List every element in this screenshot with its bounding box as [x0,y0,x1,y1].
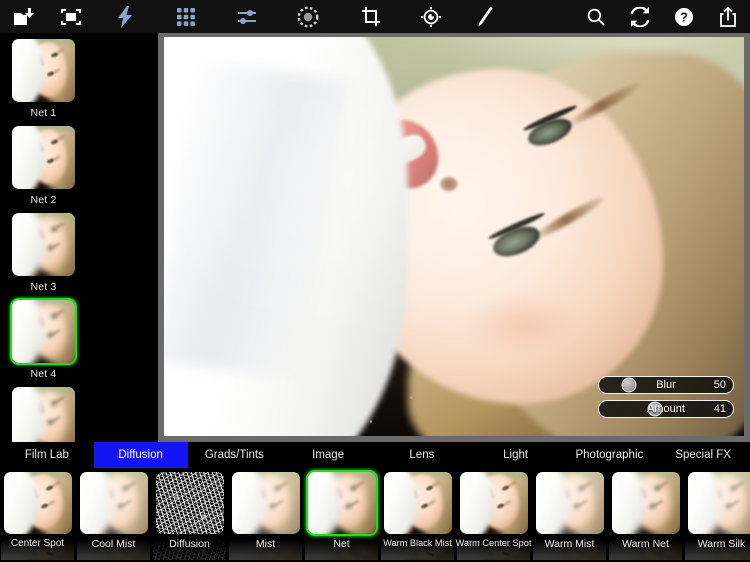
tab-special-fx[interactable]: Special FX [656,442,750,468]
preset-label: Net 4 [30,368,57,380]
slider-value: 41 [713,403,726,415]
preset-grid: Net 1Net 2Net 3Net 4Net 5Net 6Net 7Net 8… [0,33,158,442]
preset-item[interactable]: Net 3 [6,211,81,293]
filter-thumbnail[interactable] [229,470,302,536]
filter-thumbnail[interactable] [685,470,750,536]
filter-label: Warm Silk [697,538,746,550]
grid-icon[interactable] [156,0,217,33]
filter-item[interactable]: Diffusion [152,468,227,560]
filter-thumbnail[interactable] [153,470,226,536]
preset-thumbnail[interactable] [10,385,77,442]
filter-item[interactable]: Center Spot [0,468,75,560]
share-icon[interactable] [706,0,750,33]
filter-filmstrip[interactable]: Center Spot Cool Mist Diffusion Mist Net Warm… [0,468,750,562]
preset-item[interactable]: Net 2 [6,124,81,206]
slider-label: Amount [647,403,685,415]
slider-knob[interactable] [647,401,663,417]
presets-panel[interactable]: Net 1Net 2Net 3Net 4Net 5Net 6Net 7Net 8… [0,33,158,442]
image-canvas-frame: Blur 50 Amount 41 [158,33,750,442]
filter-item[interactable]: Warm Net [608,468,683,560]
adjustment-sliders: Blur 50 Amount 41 [598,376,734,424]
filter-item[interactable]: Warm Center Spot [455,468,532,560]
preset-thumbnail[interactable] [10,124,77,191]
slider-blur[interactable]: Blur 50 [598,376,734,394]
filter-thumbnail[interactable] [457,470,530,536]
lightning-icon[interactable] [95,0,156,33]
filter-label: Warm Net [622,538,669,550]
preset-thumbnail[interactable] [10,211,77,278]
app-root: ? Net 1Net 2Net 3Net 4Net 5Net 6Net 7Net… [0,0,750,562]
slider-amount[interactable]: Amount 41 [598,400,734,418]
filter-thumbnail[interactable] [77,470,150,536]
filter-label: Cool Mist [91,538,136,550]
filter-thumbnail[interactable] [305,470,378,536]
filter-item[interactable]: Cool Mist [76,468,151,560]
filter-item[interactable]: Mist [228,468,303,560]
import-photo-icon[interactable] [0,0,47,33]
filter-thumbnail[interactable] [533,470,606,536]
category-tab-bar: Film Lab Diffusion Grads/Tints Image Lens Lig… [0,442,750,468]
filter-item[interactable]: Warm Silk [684,468,750,560]
search-icon[interactable] [574,0,618,33]
preset-thumbnail[interactable] [10,37,77,104]
svg-text:?: ? [680,9,688,24]
crop-icon[interactable] [338,0,404,33]
image-canvas[interactable]: Blur 50 Amount 41 [164,37,744,436]
filter-label: Warm Center Spot [455,538,532,548]
sync-icon[interactable] [618,0,662,33]
preset-item[interactable]: Net 5 [6,385,81,442]
tab-film-lab[interactable]: Film Lab [0,442,94,468]
slider-value: 50 [713,379,726,391]
tab-photographic[interactable]: Photographic [563,442,657,468]
help-icon[interactable]: ? [662,0,706,33]
filter-thumbnail[interactable] [1,470,74,536]
sliders-icon[interactable] [216,0,277,33]
preset-label: Net 1 [30,107,57,119]
tab-light[interactable]: Light [469,442,563,468]
fullscreen-icon[interactable] [47,0,94,33]
preset-item[interactable]: Net 1 [6,37,81,119]
filter-thumbnail[interactable] [381,470,454,536]
tab-grads-tints[interactable]: Grads/Tints [188,442,282,468]
preset-thumbnail[interactable] [10,298,77,365]
filter-item[interactable]: Net [304,468,379,560]
filter-label: Diffusion [169,538,210,550]
tab-diffusion[interactable]: Diffusion [93,442,188,468]
brush-icon[interactable] [458,0,512,33]
preset-label: Net 2 [30,194,57,206]
filter-thumbnail[interactable] [609,470,682,536]
filter-item[interactable]: Warm Mist [532,468,607,560]
lens-icon[interactable] [404,0,458,33]
vignette-icon[interactable] [277,0,338,33]
filter-label: Mist [255,538,276,550]
tab-image[interactable]: Image [281,442,375,468]
filter-item[interactable]: Warm Black Mist [380,468,455,560]
slider-knob[interactable] [621,377,637,393]
top-toolbar: ? [0,0,750,33]
filter-label: Net [333,538,350,550]
filter-label: Warm Mist [544,538,595,550]
preset-item[interactable]: Net 4 [6,298,81,380]
tab-lens[interactable]: Lens [375,442,469,468]
filter-label: Center Spot [10,538,65,549]
filter-label: Warm Black Mist [383,538,452,548]
preset-label: Net 3 [30,281,57,293]
slider-label: Blur [656,379,676,391]
